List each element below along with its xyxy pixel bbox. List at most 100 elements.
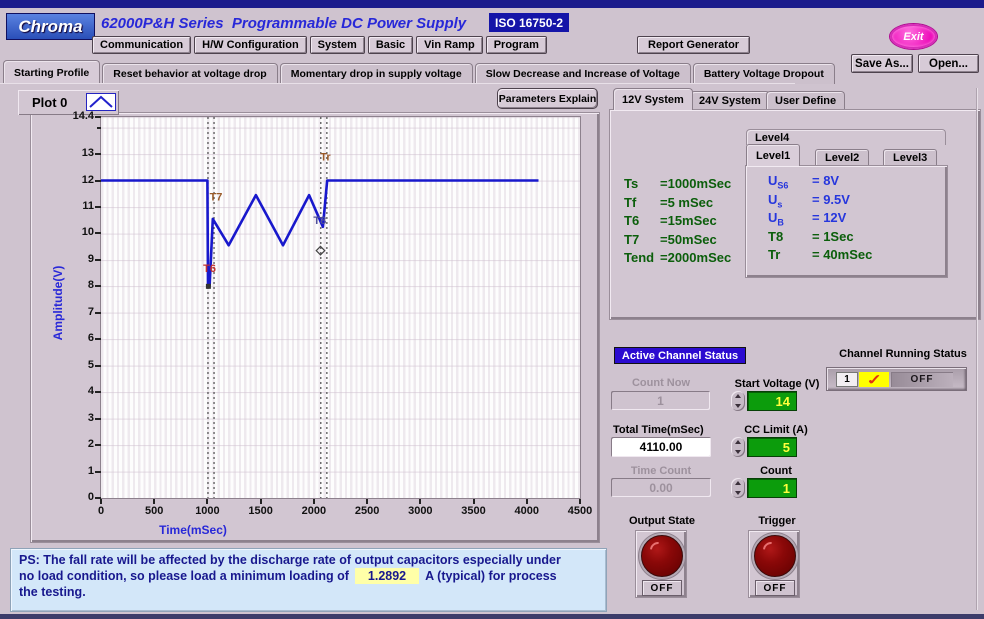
tab-slow-decrease-and-increase-of-voltage[interactable]: Slow Decrease and Increase of Voltage xyxy=(475,63,691,84)
x-tick-label: 500 xyxy=(130,505,178,517)
stepper-down-icon[interactable] xyxy=(731,447,745,457)
tab-starting-profile[interactable]: Starting Profile xyxy=(3,60,100,84)
total-time-field[interactable]: 4110.00 xyxy=(611,437,711,457)
menu-program[interactable]: Program xyxy=(486,36,547,54)
x-tick-label: 1500 xyxy=(237,505,285,517)
y-tick-mark xyxy=(95,312,101,314)
y-tick-mark xyxy=(95,418,101,420)
channel-running-status-control[interactable]: 1 ✓ OFF xyxy=(826,367,967,391)
count-now-label: Count Now xyxy=(611,377,711,389)
exit-button[interactable]: Exit xyxy=(890,24,937,49)
x-tick-label: 3500 xyxy=(450,505,498,517)
trigger-button[interactable]: OFF xyxy=(748,530,800,598)
y-tick-mark xyxy=(95,285,101,287)
timing-param-row: T6=15mSec xyxy=(624,213,752,232)
count-label: Count xyxy=(726,465,826,477)
y-tick-mark xyxy=(95,206,101,208)
cc-limit-stepper[interactable] xyxy=(731,437,745,457)
x-tick-mark xyxy=(260,499,262,504)
x-tick-mark xyxy=(579,499,581,504)
cursor-marker-square[interactable] xyxy=(206,284,211,289)
output-state-knob-icon[interactable] xyxy=(641,535,683,577)
cc-limit-label: CC Limit (A) xyxy=(726,424,826,436)
tab-user-define[interactable]: User Define xyxy=(766,91,845,110)
tab-level4[interactable]: Level4 xyxy=(746,129,946,145)
report-generator-button[interactable]: Report Generator xyxy=(637,36,750,54)
menu-h-w-configuration[interactable]: H/W Configuration xyxy=(194,36,307,54)
y-tick-label: 3 xyxy=(48,412,94,424)
app-title: 62000P&H Series Programmable DC Power Su… xyxy=(101,15,501,32)
tab-momentary-drop-in-supply-voltage[interactable]: Momentary drop in supply voltage xyxy=(280,63,473,84)
y-tick-label: 10 xyxy=(48,226,94,238)
x-tick-mark xyxy=(473,499,475,504)
y-tick-label: 11 xyxy=(48,200,94,212)
start-voltage-field[interactable]: 14 xyxy=(747,391,797,411)
trigger-value: OFF xyxy=(755,580,795,596)
output-state-button[interactable]: OFF xyxy=(635,530,687,598)
level-param-row: US6= 8V xyxy=(768,173,938,192)
tab-level3[interactable]: Level3 xyxy=(883,149,937,166)
y-tick-label: 13 xyxy=(48,147,94,159)
stepper-up-icon[interactable] xyxy=(731,437,745,447)
x-tick-label: 2500 xyxy=(343,505,391,517)
trigger-knob-icon[interactable] xyxy=(754,535,796,577)
y-tick-mark xyxy=(95,444,101,446)
test-mode-tabs: Starting ProfileReset behavior at voltag… xyxy=(3,60,835,84)
x-tick-label: 2000 xyxy=(290,505,338,517)
save-as-button[interactable]: Save As... xyxy=(851,54,913,73)
count-now-field: 1 xyxy=(611,391,710,410)
time-count-field: 0.00 xyxy=(611,478,711,497)
tab-reset-behavior-at-voltage-drop[interactable]: Reset behavior at voltage drop xyxy=(102,63,277,84)
count-stepper[interactable] xyxy=(731,478,745,498)
y-tick-mark xyxy=(95,153,101,155)
active-channel-status-label: Active Channel Status xyxy=(614,347,746,364)
tab-battery-voltage-dropout[interactable]: Battery Voltage Dropout xyxy=(693,63,835,84)
waveform-annotation-t7: T7 xyxy=(210,191,223,203)
x-tick-mark xyxy=(366,499,368,504)
count-field[interactable]: 1 xyxy=(747,478,797,498)
waveform-annotation-t6: T6 xyxy=(203,263,216,275)
menu-system[interactable]: System xyxy=(310,36,365,54)
stepper-up-icon[interactable] xyxy=(731,391,745,401)
right-groove xyxy=(976,88,978,610)
tab-12v-system[interactable]: 12V System xyxy=(613,88,693,110)
tab-level2[interactable]: Level2 xyxy=(815,149,869,166)
stepper-down-icon[interactable] xyxy=(731,488,745,498)
waveform-annotation-tr: Tr xyxy=(320,152,331,164)
start-voltage-label: Start Voltage (V) xyxy=(722,378,832,390)
min-loading-value: 1.2892 xyxy=(355,568,419,584)
y-tick-mark xyxy=(95,232,101,234)
footer-note-line2: no load condition, so please load a mini… xyxy=(19,568,598,584)
timing-param-row: Tend=2000mSec xyxy=(624,250,752,269)
cc-limit-field[interactable]: 5 xyxy=(747,437,797,457)
parameters-explain-button[interactable]: Parameters Explain xyxy=(497,88,598,109)
y-tick-label: 12 xyxy=(48,174,94,186)
window-bottom-strip xyxy=(0,614,984,619)
x-tick-mark xyxy=(526,499,528,504)
tab-level1[interactable]: Level1 xyxy=(746,144,800,166)
start-voltage-stepper[interactable] xyxy=(731,391,745,411)
total-time-label: Total Time(mSec) xyxy=(613,424,733,436)
tab-24v-system[interactable]: 24V System xyxy=(690,91,770,110)
level-param-row: Tr= 40mSec xyxy=(768,247,938,266)
y-tick-mark xyxy=(95,338,101,340)
plot-legend-label: Plot 0 xyxy=(32,95,67,110)
waveform-annotation-t8: T8 xyxy=(313,215,326,227)
menu-basic[interactable]: Basic xyxy=(368,36,413,54)
stepper-down-icon[interactable] xyxy=(731,401,745,411)
plot0-line-icon xyxy=(86,93,116,111)
y-tick-mark xyxy=(95,365,101,367)
time-count-label: Time Count xyxy=(611,465,711,477)
open-button[interactable]: Open... xyxy=(918,54,979,73)
stepper-up-icon[interactable] xyxy=(731,478,745,488)
menu-communication[interactable]: Communication xyxy=(92,36,191,54)
x-tick-mark xyxy=(100,499,102,504)
menu-vin-ramp[interactable]: Vin Ramp xyxy=(416,36,483,54)
level-param-row: T8= 1Sec xyxy=(768,229,938,248)
level-params: US6= 8VUs= 9.5VUB= 12VT8= 1SecTr= 40mSec xyxy=(768,173,938,266)
x-tick-mark xyxy=(419,499,421,504)
chroma-logo: Chroma xyxy=(6,13,95,40)
y-axis-label: Amplitude(V) xyxy=(51,247,65,359)
x-axis-label: Time(mSec) xyxy=(128,523,258,537)
waveform-graph[interactable]: T6 T7 T8 Tr xyxy=(100,116,581,499)
